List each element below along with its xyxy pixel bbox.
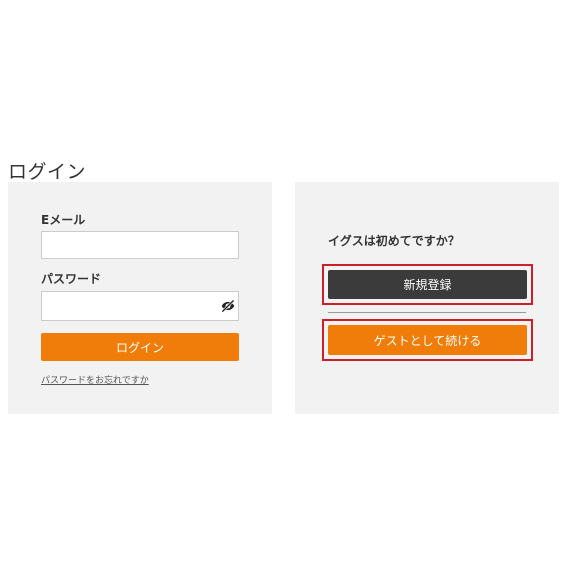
email-label: Eメール xyxy=(41,213,86,227)
first-time-prompt: イグスは初めてですか？ xyxy=(328,234,460,248)
login-button[interactable]: ログイン xyxy=(41,333,239,361)
login-panel: Eメール パスワード ログイン パスワードをお忘れですか xyxy=(8,182,272,414)
divider xyxy=(328,312,526,313)
eye-slash-icon-graphic xyxy=(221,299,235,313)
password-label: パスワード xyxy=(41,272,102,286)
page-title: ログイン xyxy=(8,160,87,183)
continue-as-guest-button[interactable]: ゲストとして続ける xyxy=(328,325,527,355)
email-input[interactable] xyxy=(41,231,239,259)
register-highlight: 新規登録 xyxy=(322,264,533,305)
guest-panel: イグスは初めてですか？ 新規登録 ゲストとして続ける xyxy=(295,182,559,414)
guest-highlight: ゲストとして続ける xyxy=(322,319,533,361)
forgot-password-link[interactable]: パスワードをお忘れですか xyxy=(41,373,149,386)
register-button[interactable]: 新規登録 xyxy=(328,270,527,299)
password-input[interactable] xyxy=(41,291,239,321)
eye-slash-icon[interactable] xyxy=(221,298,235,313)
